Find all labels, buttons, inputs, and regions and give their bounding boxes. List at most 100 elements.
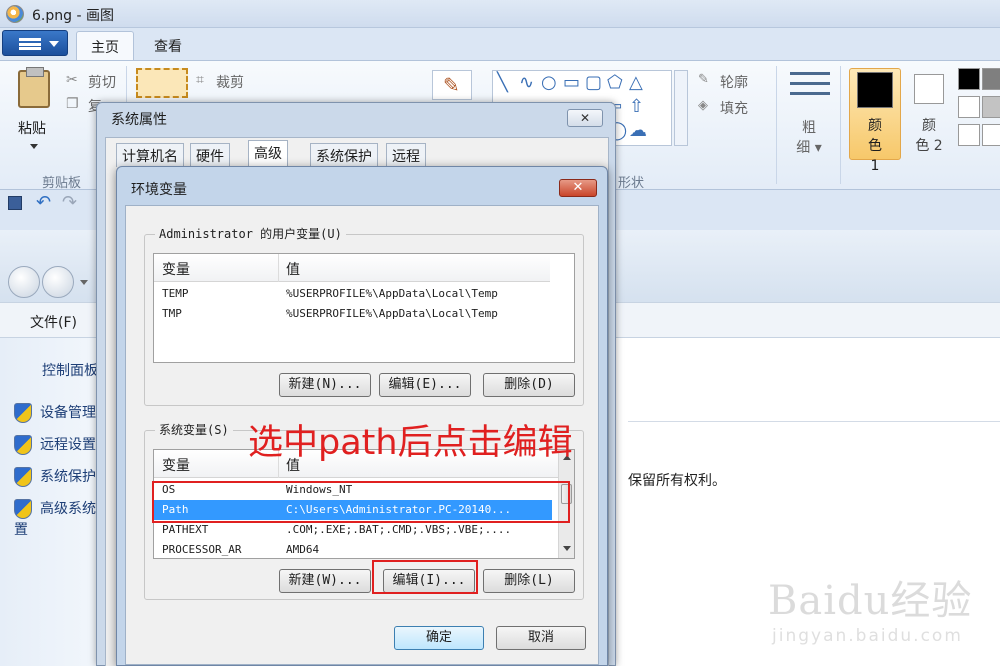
baidu-watermark: Baidu经验 jingyan.baidu.com xyxy=(768,560,998,666)
color-1-swatch[interactable] xyxy=(857,72,893,108)
close-icon: ✕ xyxy=(579,111,591,125)
column-divider[interactable] xyxy=(278,254,279,282)
column-header-variable[interactable]: 变量 xyxy=(162,259,190,279)
tab-advanced[interactable]: 高级 xyxy=(248,140,288,168)
column-header-value[interactable]: 值 xyxy=(286,259,300,279)
tab-view[interactable]: 查看 xyxy=(140,31,196,60)
palette-swatch[interactable] xyxy=(982,96,1000,118)
shapes-group-label: 形状 xyxy=(618,176,645,191)
tab-computer-name[interactable]: 计算机名 xyxy=(116,143,184,167)
forward-button[interactable] xyxy=(42,266,74,298)
chevron-down-icon xyxy=(49,41,59,47)
chevron-down-icon[interactable] xyxy=(80,280,88,285)
cancel-button[interactable]: 取消 xyxy=(496,626,586,650)
triangle-shape-icon[interactable]: △ xyxy=(629,73,643,93)
user-edit-button[interactable]: 编辑(E)... xyxy=(379,373,471,397)
system-protection-label: 系统保护 xyxy=(40,469,96,485)
list-item[interactable]: PROCESSOR_AR AMD64 xyxy=(154,540,558,558)
variable-value: .COM;.EXE;.BAT;.CMD;.VBS;.VBE;.... xyxy=(286,523,512,536)
tab-home[interactable]: 主页 xyxy=(76,31,134,60)
close-button[interactable]: ✕ xyxy=(567,109,603,127)
control-panel-content-header xyxy=(628,342,1000,422)
tab-hardware[interactable]: 硬件 xyxy=(190,143,230,167)
user-new-button[interactable]: 新建(N)... xyxy=(279,373,371,397)
undo-icon[interactable]: ↶ xyxy=(36,192,51,213)
annotation-text: 选中path后点击编辑 xyxy=(248,423,573,463)
brushes-button[interactable]: ✎ xyxy=(432,70,472,100)
shield-icon xyxy=(14,435,32,455)
color-2-swatch[interactable] xyxy=(914,74,944,104)
shield-icon xyxy=(14,499,32,519)
fill-button[interactable]: 填充 xyxy=(720,98,748,118)
ok-button[interactable]: 确定 xyxy=(394,626,484,650)
system-new-button[interactable]: 新建(W)... xyxy=(279,569,371,593)
color-2-label[interactable]: 颜色 2 xyxy=(914,116,944,156)
palette-swatch[interactable] xyxy=(982,68,1000,90)
user-delete-button[interactable]: 删除(D) xyxy=(483,373,575,397)
system-protection-link[interactable]: 系统保护 xyxy=(14,466,96,487)
system-variables-label: 系统变量(S) xyxy=(155,421,233,438)
size-button[interactable]: 粗细 ▾ xyxy=(794,118,824,158)
line-shape-icon[interactable]: ╲ xyxy=(497,73,508,93)
baidu-logo: Baidu经验 xyxy=(768,578,973,624)
size-label-line2: 细 ▾ xyxy=(796,140,822,156)
list-item[interactable]: TEMP %USERPROFILE%\AppData\Local\Temp xyxy=(154,284,550,304)
cloud-shape-icon[interactable]: ☁ xyxy=(629,121,647,141)
outline-icon[interactable]: ✎ xyxy=(698,72,709,87)
variable-name: TEMP xyxy=(162,287,189,300)
arrow-up-shape-icon[interactable]: ⇧ xyxy=(629,97,644,117)
rectangle-shape-icon[interactable]: ▭ xyxy=(563,73,580,93)
palette-swatch[interactable] xyxy=(958,124,980,146)
list-item[interactable]: PATHEXT .COM;.EXE;.BAT;.CMD;.VBS;.VBE;..… xyxy=(154,520,558,540)
copy-icon[interactable]: ❐ xyxy=(66,96,79,112)
color-2-label-line2: 色 2 xyxy=(915,138,943,154)
variable-name: PROCESSOR_AR xyxy=(162,543,242,556)
clipboard-group-label: 剪贴板 xyxy=(42,176,82,191)
shapes-scrollbar[interactable] xyxy=(674,70,688,146)
color-1-label[interactable]: 颜色 1 xyxy=(862,116,888,176)
tab-remote[interactable]: 远程 xyxy=(386,143,426,167)
ribbon-divider xyxy=(776,66,777,184)
control-panel-home-link[interactable]: 控制面板 xyxy=(42,360,98,380)
crop-button[interactable]: 裁剪 xyxy=(216,72,244,92)
paint-app-icon xyxy=(6,5,24,23)
paint-menu-button[interactable] xyxy=(2,30,68,56)
rounded-rect-shape-icon[interactable]: ▢ xyxy=(585,73,602,93)
user-variables-list[interactable]: 变量 值 TEMP %USERPROFILE%\AppData\Local\Te… xyxy=(153,253,575,363)
scroll-down-icon[interactable] xyxy=(563,546,571,551)
system-delete-button[interactable]: 删除(L) xyxy=(483,569,575,593)
oval-shape-icon[interactable]: ○ xyxy=(541,73,557,93)
close-button[interactable]: ✕ xyxy=(559,179,597,197)
column-header-variable[interactable]: 变量 xyxy=(162,455,190,475)
paste-label[interactable]: 粘贴 xyxy=(18,118,46,138)
variable-name: TMP xyxy=(162,307,182,320)
outline-button[interactable]: 轮廓 xyxy=(720,72,748,92)
polygon-shape-icon[interactable]: ⬠ xyxy=(607,73,623,93)
scissors-icon[interactable]: ✂ xyxy=(66,72,78,88)
color-2-label-line1: 颜 xyxy=(922,118,936,134)
paste-icon[interactable] xyxy=(18,67,50,108)
ribbon-tab-bar: 主页 查看 xyxy=(0,28,1000,60)
fill-icon[interactable]: ◈ xyxy=(698,98,708,113)
crop-icon[interactable]: ⌗ xyxy=(196,72,204,88)
palette-swatch[interactable] xyxy=(958,96,980,118)
back-button[interactable] xyxy=(8,266,40,298)
chevron-down-icon[interactable] xyxy=(30,144,38,149)
redo-icon[interactable]: ↷ xyxy=(62,192,77,213)
file-menu[interactable]: 文件(F) xyxy=(30,312,77,332)
remote-settings-link[interactable]: 远程设置 xyxy=(14,434,96,455)
palette-swatch[interactable] xyxy=(958,68,980,90)
palette-swatch[interactable] xyxy=(982,124,1000,146)
tab-system-protection[interactable]: 系统保护 xyxy=(310,143,378,167)
cut-button[interactable]: 剪切 xyxy=(88,72,116,92)
color-1-label-line1: 颜 xyxy=(868,118,882,134)
user-variables-label: Administrator 的用户变量(U) xyxy=(155,225,346,242)
size-icon[interactable] xyxy=(790,72,830,106)
save-icon[interactable] xyxy=(8,196,22,210)
list-item[interactable]: TMP %USERPROFILE%\AppData\Local\Temp xyxy=(154,304,550,324)
watermark-url: jingyan.baidu.com xyxy=(772,626,963,646)
variable-value: %USERPROFILE%\AppData\Local\Temp xyxy=(286,287,498,300)
curve-shape-icon[interactable]: ∿ xyxy=(519,73,534,93)
variable-name: PATHEXT xyxy=(162,523,209,536)
select-tool-button[interactable] xyxy=(136,68,188,98)
